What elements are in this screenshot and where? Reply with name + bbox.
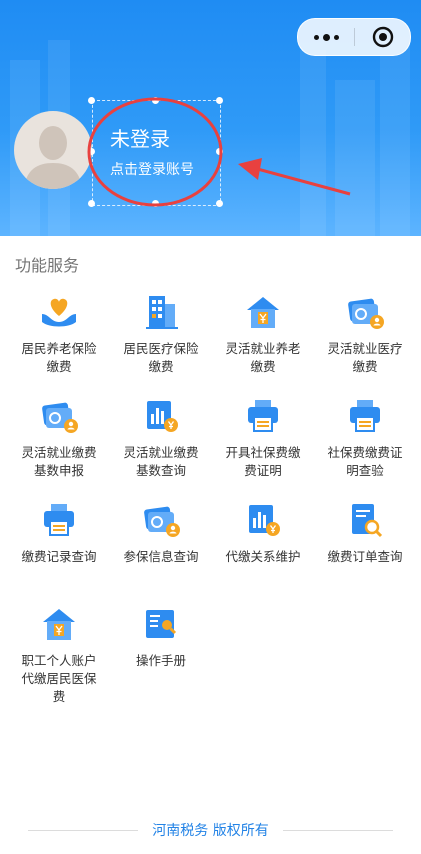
heart-hand-icon xyxy=(42,298,76,327)
copyright-text: 河南税务 版权所有 xyxy=(152,823,269,839)
service-label: 灵活就业养老 缴费 xyxy=(225,341,301,374)
card-user-icon xyxy=(42,402,78,433)
service-label: 开具社保费缴 费证明 xyxy=(225,445,301,478)
target-icon xyxy=(372,26,393,48)
service-item[interactable]: 灵活就业缴费 基数申报 xyxy=(8,396,110,480)
printer-icon xyxy=(248,400,278,432)
selection-handle xyxy=(152,200,159,207)
service-item[interactable]: 缴费订单查询 xyxy=(314,500,416,566)
printer-icon xyxy=(350,400,380,432)
selection-box xyxy=(92,100,221,206)
section-title: 功能服务 xyxy=(15,256,80,275)
user-silhouette-icon xyxy=(24,126,82,189)
building-icon xyxy=(146,296,178,329)
selection-handle xyxy=(216,97,223,104)
login-link[interactable]: 点击登录账号 xyxy=(110,159,194,179)
arrowhead-icon xyxy=(238,158,262,180)
service-item[interactable]: 居民医疗保险 缴费 xyxy=(110,292,212,376)
service-label: 社保费缴费证 明查验 xyxy=(327,445,403,478)
more-menu-button[interactable] xyxy=(298,33,354,41)
house-yen-icon xyxy=(247,297,279,328)
footer: 河南税务 版权所有 xyxy=(0,820,421,840)
background-building xyxy=(300,50,326,236)
service-label: 灵活就业缴费 基数查询 xyxy=(123,445,199,478)
service-label: 灵活就业医疗 缴费 xyxy=(327,341,403,374)
dot-icon xyxy=(333,34,339,40)
service-item[interactable]: 社保费缴费证 明查验 xyxy=(314,396,416,480)
printer-icon xyxy=(44,504,74,536)
book-search-icon xyxy=(146,610,177,638)
footer-divider xyxy=(28,829,139,831)
service-label: 灵活就业缴费 基数申报 xyxy=(21,445,97,478)
selection-handle xyxy=(88,148,95,155)
service-label: 职工个人账户 代缴居民医保 费 xyxy=(21,653,97,704)
service-label: 参保信息查询 xyxy=(123,549,199,564)
service-label: 操作手册 xyxy=(135,653,186,668)
service-item[interactable]: 居民养老保险 缴费 xyxy=(8,292,110,376)
avatar[interactable] xyxy=(14,111,92,189)
selection-handle xyxy=(216,148,223,155)
card-user-icon xyxy=(144,506,180,537)
doc-search-icon xyxy=(352,504,383,538)
selection-handle xyxy=(88,97,95,104)
service-label: 代缴关系维护 xyxy=(225,549,301,564)
service-label: 缴费订单查询 xyxy=(327,549,403,564)
selection-handle xyxy=(88,200,95,207)
house-yen-icon xyxy=(43,609,75,640)
mini-program-capsule xyxy=(297,18,411,56)
service-item[interactable]: 灵活就业缴费 基数查询 xyxy=(110,396,212,480)
service-item[interactable]: 灵活就业医疗 缴费 xyxy=(314,292,416,376)
close-program-button[interactable] xyxy=(355,26,410,48)
service-item[interactable]: 灵活就业养老 缴费 xyxy=(212,292,314,376)
background-building xyxy=(380,30,410,236)
service-item[interactable]: 职工个人账户 代缴居民医保 费 xyxy=(8,604,110,706)
dot-icon xyxy=(313,34,319,40)
dot-icon xyxy=(322,33,330,41)
service-item[interactable]: 参保信息查询 xyxy=(110,500,212,566)
service-item[interactable]: 操作手册 xyxy=(110,604,212,670)
service-item[interactable]: 代缴关系维护 xyxy=(212,500,314,566)
service-label: 居民医疗保险 缴费 xyxy=(123,341,199,374)
background-building xyxy=(335,80,375,236)
login-status-title[interactable]: 未登录 xyxy=(110,123,170,152)
service-item[interactable]: 缴费记录查询 xyxy=(8,500,110,566)
service-label: 居民养老保险 缴费 xyxy=(21,341,97,374)
service-label: 缴费记录查询 xyxy=(21,549,97,564)
header-banner: 未登录 点击登录账号 xyxy=(0,0,421,236)
service-item[interactable]: 开具社保费缴 费证明 xyxy=(212,396,314,480)
selection-handle xyxy=(216,200,223,207)
chart-yen-icon xyxy=(249,505,280,536)
footer-divider xyxy=(282,829,393,831)
chart-yen-icon xyxy=(147,401,178,432)
card-user-icon xyxy=(348,298,384,329)
selection-handle xyxy=(152,97,159,104)
